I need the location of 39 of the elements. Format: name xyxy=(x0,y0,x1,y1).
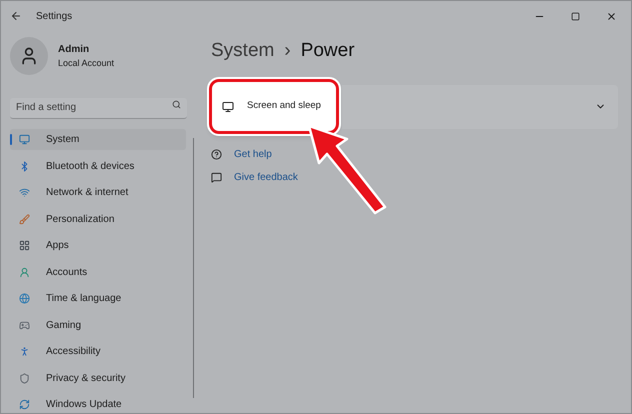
sidebar-item[interactable]: Windows Update xyxy=(10,394,186,413)
sidebar-item[interactable]: System xyxy=(10,129,186,150)
person-icon xyxy=(19,266,30,278)
search-icon xyxy=(172,100,181,109)
help-icon xyxy=(211,148,222,160)
search-field[interactable]: Find a setting xyxy=(10,98,187,118)
monitor-icon xyxy=(222,100,234,112)
monitor-icon xyxy=(19,134,30,145)
refresh-icon xyxy=(19,399,30,410)
shield-icon xyxy=(19,372,30,384)
sidebar-item[interactable]: Apps xyxy=(10,235,186,256)
feedback-icon xyxy=(211,172,222,182)
brush-icon xyxy=(19,214,30,224)
person-icon xyxy=(19,346,30,357)
sidebar-item[interactable]: Privacy & security xyxy=(10,368,186,388)
window-title: Settings xyxy=(36,10,72,24)
back-icon[interactable] xyxy=(10,10,22,22)
sidebar-item[interactable]: Network & internet xyxy=(10,182,186,203)
page-title: Power xyxy=(300,39,355,63)
close-icon[interactable] xyxy=(606,10,617,22)
sidebar-item[interactable]: Bluetooth & devices xyxy=(10,156,186,176)
help-link[interactable]: Give feedback xyxy=(234,170,298,184)
help-link[interactable]: Get help xyxy=(234,146,272,162)
bluetooth-icon xyxy=(19,160,30,172)
grid-icon xyxy=(19,240,30,251)
breadcrumb-separator: › xyxy=(284,39,291,63)
sidebar-item[interactable]: Personalization xyxy=(10,208,186,230)
gamepad-icon xyxy=(19,320,30,330)
sidebar-item[interactable]: Accounts xyxy=(10,262,186,282)
card-label: Screen and sleep xyxy=(247,99,321,114)
globe-icon xyxy=(19,293,30,304)
sidebar-item[interactable]: Gaming xyxy=(10,314,186,336)
sidebar-item[interactable]: Accessibility xyxy=(10,341,186,362)
user-name: Admin xyxy=(58,42,90,57)
sidebar-item[interactable]: Time & language xyxy=(10,288,186,309)
maximize-icon[interactable] xyxy=(571,12,580,20)
breadcrumb-parent[interactable]: System xyxy=(211,37,274,66)
account-type: Local Account xyxy=(58,56,114,70)
wifi-icon xyxy=(19,187,30,198)
